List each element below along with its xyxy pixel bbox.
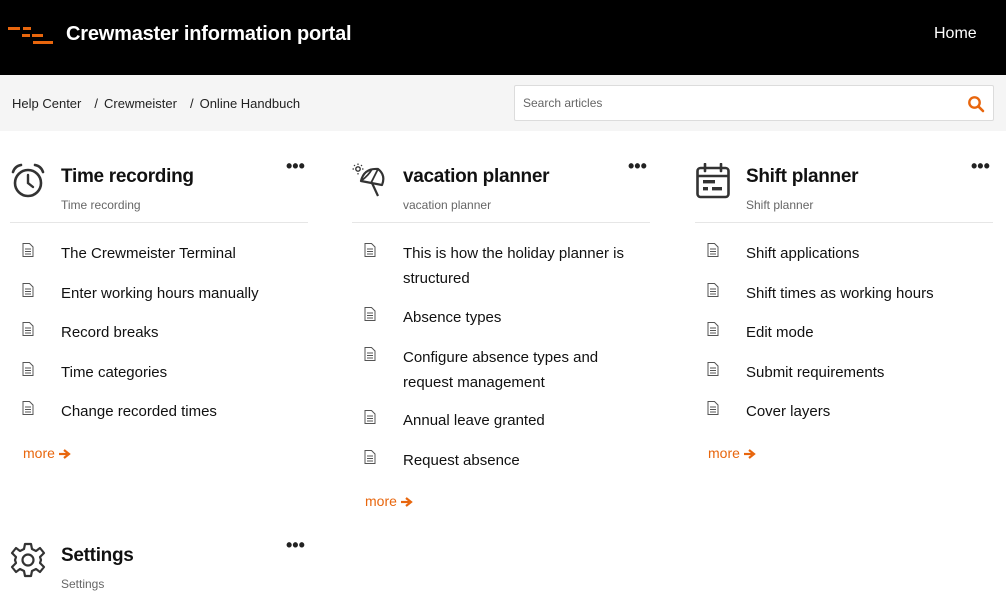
document-icon (707, 243, 719, 257)
document-icon (364, 307, 376, 321)
more-link-label: more (708, 445, 740, 461)
section-options-button[interactable]: ••• (628, 157, 647, 175)
subheader-bar: Help Center / Crewmeister / Online Handb… (0, 75, 1006, 131)
section-divider (10, 222, 308, 223)
document-icon (364, 410, 376, 424)
more-link[interactable]: more (708, 445, 756, 461)
section-options-button[interactable]: ••• (286, 536, 305, 554)
gear-icon (10, 542, 46, 578)
document-icon (22, 401, 34, 415)
document-icon (22, 322, 34, 336)
section-subtitle: Time recording (61, 198, 141, 212)
section-title[interactable]: vacation planner (403, 166, 550, 188)
article-link[interactable]: Shift applications (746, 241, 986, 266)
breadcrumb-help-center[interactable]: Help Center (12, 96, 81, 111)
alarm-clock-icon (11, 163, 45, 198)
section-divider (352, 222, 650, 223)
article-link[interactable]: Annual leave granted (403, 408, 643, 433)
search-icon[interactable] (967, 95, 985, 113)
document-icon (707, 283, 719, 297)
article-link[interactable]: Configure absence types and request mana… (403, 345, 643, 395)
search-box (514, 85, 994, 121)
article-link[interactable]: Enter working hours manually (61, 281, 301, 306)
more-link[interactable]: more (23, 445, 71, 461)
breadcrumb-separator: / (189, 96, 194, 111)
section-title[interactable]: Settings (61, 545, 134, 567)
section-title[interactable]: Shift planner (746, 166, 859, 188)
article-link[interactable]: This is how the holiday planner is struc… (403, 241, 643, 291)
portal-title[interactable]: Crewmaster information portal (66, 23, 352, 46)
document-icon (22, 243, 34, 257)
document-icon (364, 347, 376, 361)
article-link[interactable]: Shift times as working hours (746, 281, 986, 306)
document-icon (707, 401, 719, 415)
document-icon (707, 322, 719, 336)
article-link[interactable]: Change recorded times (61, 399, 301, 424)
document-icon (364, 450, 376, 464)
article-link[interactable]: Cover layers (746, 399, 986, 424)
more-link[interactable]: more (365, 493, 413, 509)
document-icon (22, 283, 34, 297)
more-link-label: more (365, 493, 397, 509)
document-icon (364, 243, 376, 257)
breadcrumb-separator: / (94, 96, 98, 111)
article-link[interactable]: Time categories (61, 360, 301, 385)
section-divider (695, 222, 993, 223)
section-options-button[interactable]: ••• (286, 157, 305, 175)
section-subtitle: vacation planner (403, 198, 492, 212)
section-options-button[interactable]: ••• (971, 157, 990, 175)
breadcrumb-crewmeister[interactable]: Crewmeister (104, 96, 177, 111)
breadcrumb: Help Center / Crewmeister / Online Handb… (12, 96, 300, 111)
article-link[interactable]: The Crewmeister Terminal (61, 241, 301, 266)
article-link[interactable]: Record breaks (61, 320, 301, 345)
arrow-right-icon (743, 449, 756, 460)
more-link-label: more (23, 445, 55, 461)
article-link[interactable]: Submit requirements (746, 360, 986, 385)
top-navigation-bar: Crewmaster information portal Home (0, 0, 1006, 75)
arrow-right-icon (58, 449, 71, 460)
beach-umbrella-icon (352, 163, 385, 197)
section-subtitle: Shift planner (746, 198, 814, 212)
search-input[interactable] (523, 86, 953, 120)
document-icon (22, 362, 34, 376)
article-link[interactable]: Absence types (403, 305, 643, 330)
section-subtitle: Settings (61, 577, 105, 591)
article-link[interactable]: Request absence (403, 448, 643, 473)
section-title[interactable]: Time recording (61, 166, 194, 188)
arrow-right-icon (400, 497, 413, 508)
article-link[interactable]: Edit mode (746, 320, 986, 345)
calendar-icon (696, 163, 730, 199)
document-icon (707, 362, 719, 376)
breadcrumb-online-handbuch[interactable]: Online Handbuch (200, 96, 300, 111)
section-settings: Settings Settings ••• (10, 536, 308, 600)
logo-icon[interactable] (8, 25, 56, 47)
home-nav-link[interactable]: Home (934, 25, 977, 43)
